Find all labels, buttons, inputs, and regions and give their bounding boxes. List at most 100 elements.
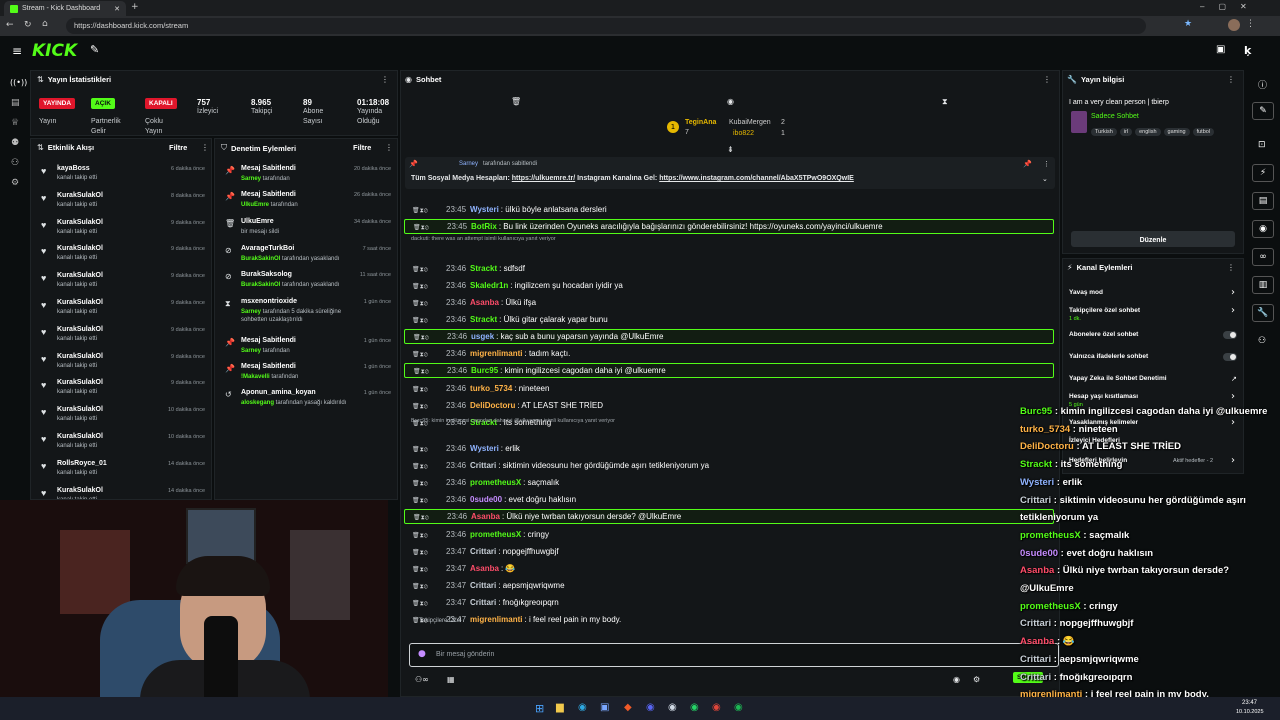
home-icon[interactable]: ⌂ <box>42 19 48 29</box>
emote-picker-icon[interactable]: ⚇∞ <box>415 675 429 684</box>
document-icon[interactable]: ▤ <box>1252 192 1274 210</box>
chat-username[interactable]: Crittari <box>470 461 496 470</box>
mod-action-item[interactable]: ↺ Aponun_amina_koyan aloskegang tarafından… <box>215 387 397 413</box>
chat-message[interactable]: 🗑⧗⊘ 23:46 Strackt: Ülkü gitar çalarak yapa… <box>404 312 1054 327</box>
preview-icon[interactable]: ⊡ <box>1258 140 1266 150</box>
calendar-icon[interactable]: ▦ <box>447 675 455 684</box>
chat-username[interactable]: Crittari <box>470 598 496 607</box>
chat-message[interactable]: 🗑⧗⊘ 23:47 Crittari: fnoğıkgreoıpqrn <box>404 595 1054 610</box>
chat-settings-icon[interactable]: ◉ <box>727 97 734 106</box>
settings-gear-icon[interactable]: ⚙ <box>973 675 980 684</box>
profile-icon[interactable] <box>1228 19 1240 31</box>
edit-stream-info-button[interactable]: Düzenle <box>1071 231 1235 247</box>
chat-message[interactable]: 🗑⧗⊘ 23:46 migrenlimanti: tadım kaçtı. <box>404 346 1054 361</box>
chat-message[interactable]: 🗑⧗⊘ 23:47 Asanba: 😂 <box>404 561 1054 576</box>
chat-message[interactable]: 🗑⧗⊘ 23:46 prometheusX: cringy <box>404 527 1054 542</box>
channel-action-item[interactable]: Yalnızca ifadelerle sohbet <box>1063 353 1245 369</box>
chat-message[interactable]: 🗑⧗⊘ 23:46 turko_5734: nineteen <box>404 381 1054 396</box>
edit-pencil-icon[interactable]: ✎ <box>1252 102 1274 120</box>
chat-message[interactable]: 🗑⧗⊘ 23:46 Asanba: Ülkü ifşa <box>404 295 1054 310</box>
chat-message[interactable]: 🗑⧗⊘ 23:46 Wysteri: erlik <box>404 441 1054 456</box>
lightning-icon[interactable]: ⚡ <box>1252 164 1274 182</box>
mod-action-actor[interactable]: Sarney <box>241 309 261 315</box>
chat-username[interactable]: Burc95 <box>471 366 498 375</box>
chat-mod-icons[interactable]: 🗑⧗⊘ <box>412 443 446 458</box>
chat-username[interactable]: BotRix <box>471 222 497 231</box>
mod-action-actor[interactable]: aloskegang <box>241 400 274 406</box>
activity-item[interactable]: ♥ RollsRoyce_01 kanalı takip etti 14 dakika… <box>31 458 211 482</box>
new-tab-icon[interactable]: + <box>131 2 139 12</box>
multistream-off-badge[interactable]: KAPALI <box>145 98 177 109</box>
chat-message[interactable]: 🗑⧗⊘ 23:46 Strackt: sdfsdf <box>404 261 1054 276</box>
chat-username[interactable]: Wysteri <box>470 205 499 214</box>
chat-mod-icons[interactable]: 🗑⧗⊘ <box>412 494 446 509</box>
chat-options-icon[interactable]: ◉ <box>953 675 960 684</box>
chat-username[interactable]: Crittari <box>470 547 496 556</box>
chat-mod-icons[interactable]: 🗑⧗⊘ <box>412 383 446 398</box>
activity-item[interactable]: ♥ kayaBoss kanalı takip etti 6 dakika önce <box>31 163 211 187</box>
panel-menu-icon[interactable]: ⋮ <box>385 143 393 152</box>
bookmark-star-icon[interactable]: ★ <box>1184 19 1192 29</box>
chevron-right-icon[interactable]: › <box>1231 391 1235 402</box>
chat-message[interactable]: 🗑⧗⊘ 23:46 Crittari: siktimin videosunu her… <box>404 458 1054 473</box>
chat-username[interactable]: Skaledr1n <box>470 281 508 290</box>
mod-action-actor[interactable]: !Makavelli <box>241 374 270 380</box>
category-name[interactable]: Sadece Sohbet <box>1091 113 1139 120</box>
back-icon[interactable]: ← <box>6 20 14 30</box>
whatsapp-icon[interactable]: ◉ <box>690 702 699 713</box>
preview-icon[interactable]: ▣ <box>1216 44 1225 55</box>
chat-message[interactable]: 🗑⧗⊘ 23:45 BotRix: Bu link üzerinden Oyunek… <box>404 219 1054 234</box>
chat-mod-icons[interactable]: 🗑⧗⊘ <box>412 297 446 312</box>
trash-icon[interactable]: 🗑 <box>511 97 521 106</box>
kick-logo[interactable]: KICK <box>32 41 77 61</box>
channel-action-item[interactable]: Yapay Zeka ile Sohbet Denetimi ↗ <box>1063 375 1245 391</box>
pen-tool-icon[interactable]: ✎ <box>90 43 99 56</box>
file-explorer-icon[interactable]: ▆ <box>556 702 564 713</box>
panel-menu-icon[interactable]: ⋮ <box>1043 75 1051 84</box>
activity-item[interactable]: ♥ KurakSulakOl kanalı takip etti 8 dakika ö… <box>31 190 211 214</box>
chat-mod-icons[interactable]: 🗑⧗⊘ <box>412 280 446 295</box>
chat-mod-icons[interactable]: 🗑⧗⊘ <box>412 460 446 475</box>
panel-menu-icon[interactable]: ⋮ <box>381 75 389 84</box>
chat-mod-icons[interactable]: 🗑⧗⊘ <box>412 477 446 492</box>
windows-start-icon[interactable]: ⊞ <box>535 702 544 715</box>
tray-date[interactable]: 10.10.2025 <box>1236 709 1264 715</box>
activity-item[interactable]: ♥ KurakSulakOl kanalı takip etti 14 dakika … <box>31 485 211 499</box>
collapse-icon[interactable]: ⇟ <box>727 145 734 154</box>
spotify-icon[interactable]: ◉ <box>734 702 743 713</box>
chat-username[interactable]: Wysteri <box>470 444 499 453</box>
chevron-right-icon[interactable]: › <box>1231 417 1235 428</box>
chat-mod-icons[interactable]: 🗑⧗⊘ <box>412 529 446 544</box>
settings-gear-icon[interactable]: ⚙ <box>11 178 19 188</box>
link-icon[interactable]: ∞ <box>1252 248 1274 266</box>
mod-filter-button[interactable]: Filtre <box>353 143 371 152</box>
activity-item[interactable]: ♥ KurakSulakOl kanalı takip etti 9 dakika ö… <box>31 217 211 241</box>
activity-item[interactable]: ♥ KurakSulakOl kanalı takip etti 9 dakika ö… <box>31 351 211 375</box>
mod-action-item[interactable]: 📌 Mesaj Sabitlendi !Makavelli tarafından 1 … <box>215 361 397 387</box>
chat-mod-icons[interactable]: 🗑⧗⊘ <box>412 580 446 595</box>
mod-action-actor[interactable]: Sarney <box>241 348 261 354</box>
activity-item[interactable]: ♥ KurakSulakOl kanalı takip etti 10 dakika … <box>31 404 211 428</box>
kick-k-icon[interactable]: ķ <box>1244 44 1251 57</box>
hourglass-icon[interactable]: ⧗ <box>942 97 948 107</box>
chat-username[interactable]: 0sude00 <box>470 495 502 504</box>
mod-action-actor[interactable]: Sarney <box>241 176 261 182</box>
panel-menu-icon[interactable]: ⋮ <box>201 143 209 152</box>
chat-mod-icons[interactable]: 🗑⧗⊘ <box>412 614 446 629</box>
store-icon[interactable]: ▣ <box>600 702 609 713</box>
layout-icon[interactable]: ▥ <box>1252 276 1274 294</box>
mod-action-actor[interactable]: UlkuEmre <box>241 202 269 208</box>
chat-message[interactable]: 🗑⧗⊘ 23:46 usgek: kaç sub a bunu yaparsın y… <box>404 329 1054 344</box>
stream-icon[interactable]: ((•)) <box>10 78 27 87</box>
brave-icon[interactable]: ◆ <box>624 702 632 713</box>
chat-mod-icons[interactable]: 🗑⧗⊘ <box>412 400 446 415</box>
mod-action-item[interactable]: 📌 Mesaj Sabitlendi UlkuEmre tarafından 26 d… <box>215 189 397 215</box>
chevron-down-icon[interactable]: ⌄ <box>1042 175 1048 183</box>
browser-tab[interactable]: Stream - Kick Dashboard ✕ <box>4 1 126 16</box>
chat-username[interactable]: migrenlimanti <box>470 349 522 358</box>
activity-item[interactable]: ♥ KurakSulakOl kanalı takip etti 9 dakika ö… <box>31 243 211 267</box>
chat-username[interactable]: Crittari <box>470 581 496 590</box>
close-icon[interactable]: ✕ <box>114 5 120 13</box>
chevron-right-icon[interactable]: › <box>1231 455 1235 466</box>
chat-mod-icons[interactable]: 🗑⧗⊘ <box>413 512 447 525</box>
